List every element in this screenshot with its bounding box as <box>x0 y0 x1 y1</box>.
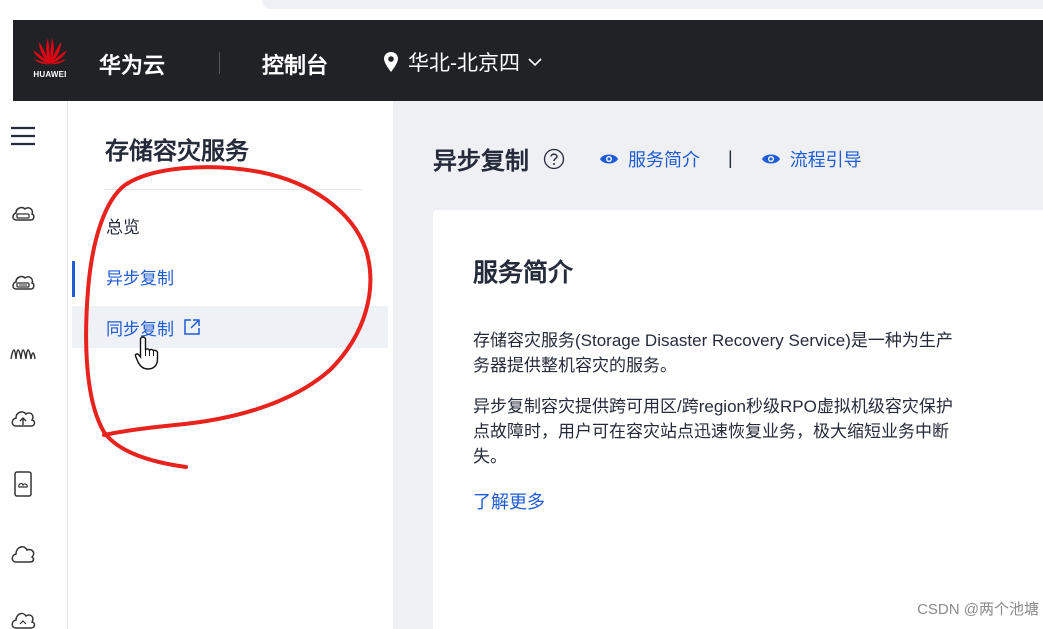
header-divider <box>219 52 220 74</box>
top-navbar: HUAWEI 华为云 控制台 华北-北京四 <box>13 20 1043 101</box>
huawei-logo[interactable]: HUAWEI <box>29 36 71 86</box>
service-icon-rail <box>0 101 68 629</box>
learn-more-link[interactable]: 了解更多 <box>473 488 545 514</box>
cloud-upload-icon[interactable] <box>10 406 36 432</box>
region-selector[interactable]: 华北-北京四 <box>383 47 542 77</box>
sidebar-title: 存储容灾服务 <box>105 138 249 165</box>
top-strip <box>0 0 1043 20</box>
service-sidebar: 存储容灾服务 总览 异步复制 同步复制 <box>68 101 393 629</box>
sidebar-divider <box>105 189 362 190</box>
intro-line: 点故障时，用户可在容灾站点迅速恢复业务，极大缩短业务中断 <box>473 422 949 441</box>
cloud-disk-icon[interactable] <box>10 269 36 295</box>
service-intro-card: 服务简介 存储容灾服务(Storage Disaster Recovery Se… <box>433 210 1043 629</box>
link-separator: | <box>728 148 733 168</box>
device-icon[interactable] <box>10 471 36 497</box>
page-header: 异步复制 服务简介 | 流程引导 <box>433 141 862 176</box>
process-guide-link[interactable]: 流程引导 <box>761 146 862 172</box>
location-pin-icon <box>384 52 398 72</box>
cloud-sync-icon[interactable] <box>10 606 36 629</box>
hand-cursor-icon <box>134 336 159 370</box>
service-intro-label: 服务简介 <box>628 149 700 170</box>
intro-line: 存储容灾服务(Storage Disaster Recovery Service… <box>473 331 953 350</box>
sidebar-item-overview[interactable]: 总览 <box>72 204 388 246</box>
page-title: 异步复制 <box>433 148 529 175</box>
help-icon[interactable] <box>543 148 565 170</box>
intro-line: 失。 <box>473 447 507 466</box>
eye-icon <box>600 154 618 163</box>
logo-text: HUAWEI <box>33 70 67 79</box>
intro-line: 异步复制容灾提供跨可用区/跨region秒级RPO虚拟机级容灾保护 <box>473 397 953 416</box>
huawei-flower-icon <box>33 38 67 65</box>
browser-bar <box>262 0 1043 9</box>
sidebar-item-async-replication[interactable]: 异步复制 <box>72 255 388 297</box>
console-link[interactable]: 控制台 <box>262 48 328 80</box>
watermark: CSDN @两个池塘 <box>917 601 1039 618</box>
sidebar-item-label: 异步复制 <box>106 268 174 288</box>
menu-icon[interactable] <box>10 123 36 149</box>
sidebar-item-sync-replication[interactable]: 同步复制 <box>72 306 388 348</box>
process-guide-label: 流程引导 <box>789 149 862 170</box>
wave-icon[interactable] <box>10 339 36 365</box>
service-intro-link[interactable]: 服务简介 <box>599 146 700 172</box>
external-link-icon <box>184 319 200 335</box>
brand-name[interactable]: 华为云 <box>99 48 165 80</box>
main-content: 异步复制 服务简介 | 流程引导 服务简介 存储容灾服务(Storage Dis… <box>393 101 1043 629</box>
chevron-down-icon <box>528 58 542 67</box>
sidebar-item-label: 总览 <box>106 217 140 237</box>
cloud-icon[interactable] <box>10 541 36 567</box>
cloud-server-icon[interactable] <box>10 201 36 227</box>
region-label: 华北-北京四 <box>408 52 520 75</box>
card-title: 服务简介 <box>473 259 574 287</box>
eye-icon <box>761 154 780 163</box>
intro-line: 务器提供整机容灾的服务。 <box>473 356 677 375</box>
active-indicator <box>72 261 75 297</box>
